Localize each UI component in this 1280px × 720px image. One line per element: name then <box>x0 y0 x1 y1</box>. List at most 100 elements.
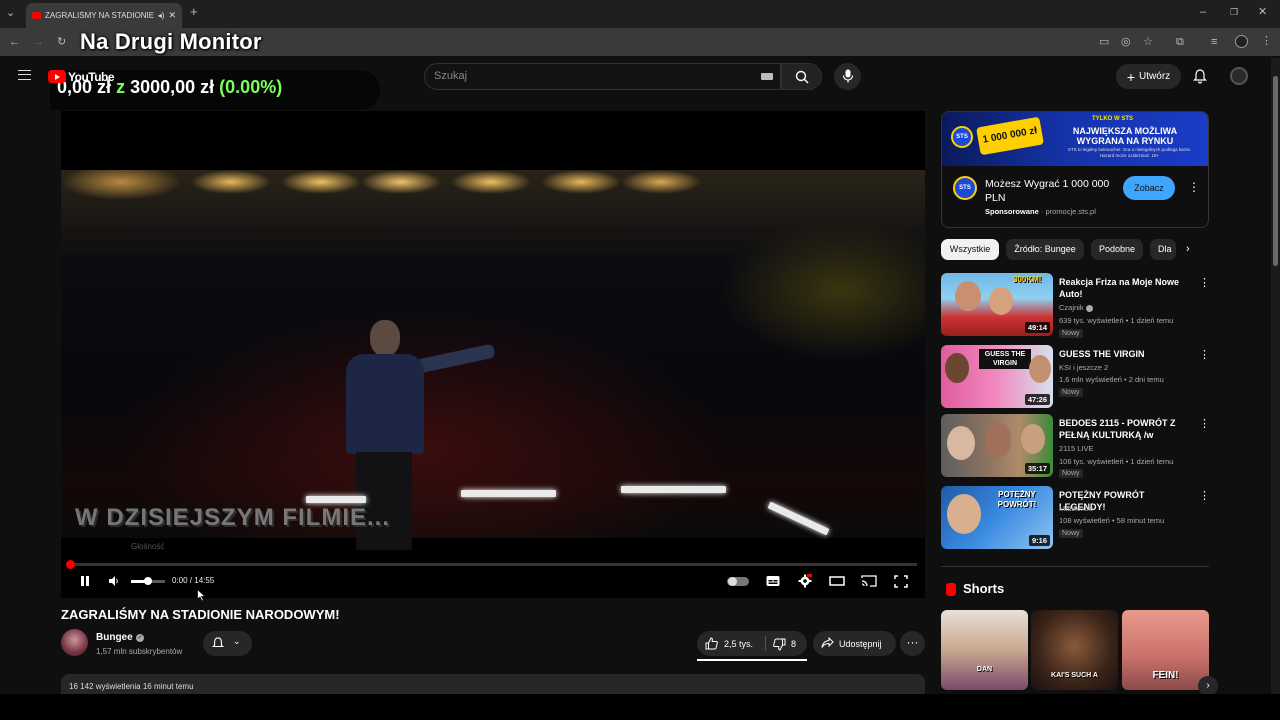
eye-off-icon[interactable]: ◎ <box>1121 36 1131 48</box>
cast-icon[interactable] <box>861 575 877 587</box>
youtube-logo-icon[interactable] <box>48 70 66 83</box>
autoplay-toggle[interactable] <box>727 577 749 586</box>
menu-icon[interactable] <box>18 70 31 80</box>
subscription-notifications-button[interactable]: ⌄ <box>203 631 252 656</box>
recommendation-meta: 108 wyświetleń • 58 minut temu <box>1059 516 1165 525</box>
ad-amount-badge: 1 000 000 zł <box>976 116 1044 156</box>
like-icon[interactable] <box>705 637 718 650</box>
more-actions-button[interactable]: ··· <box>900 631 925 656</box>
item-menu-icon[interactable]: ⋮ <box>1199 348 1210 361</box>
create-button[interactable]: + Utwórz <box>1116 64 1181 89</box>
new-tab-icon[interactable]: + <box>190 5 198 18</box>
chip-all[interactable]: Wszystkie <box>941 239 999 260</box>
recommendation-item[interactable]: GUESS THE VIRGIN 47:26 GUESS THE VIRGIN … <box>941 345 1210 409</box>
recommendation-channel: KSI i jeszcze 2 <box>1059 363 1109 372</box>
chip-related[interactable]: Podobne <box>1091 239 1143 260</box>
recommendation-item[interactable]: 35:17 BEDOES 2115 - POWRÓT Z PEŁNĄ KULTU… <box>941 414 1210 478</box>
account-avatar[interactable] <box>1230 67 1248 85</box>
restore-icon[interactable]: ❐ <box>1230 6 1238 18</box>
browser-tab[interactable]: ZAGRALIŚMY NA STADIONIE ◂) ✕ <box>26 3 182 28</box>
chip-for-you[interactable]: Dla <box>1150 239 1176 260</box>
video-frame <box>61 170 925 550</box>
voice-search-button[interactable] <box>834 63 861 90</box>
recommendation-title[interactable]: Reakcja Friza na Moje Nowe Auto! <box>1059 276 1189 300</box>
stage-light <box>621 486 726 493</box>
recommendation-item[interactable]: 300KM! 49:14 Reakcja Friza na Moje Nowe … <box>941 273 1210 338</box>
short-caption: KAI'S SUCH A <box>1051 672 1098 679</box>
short-item[interactable]: DAN <box>941 610 1028 690</box>
browser-tab-strip: ⌄ ZAGRALIŚMY NA STADIONIE ◂) ✕ + – ❐ ✕ <box>0 0 1280 28</box>
search-input[interactable] <box>434 68 734 84</box>
microphone-icon <box>842 69 854 83</box>
install-app-icon[interactable]: ▭ <box>1099 36 1109 48</box>
like-count[interactable]: 2,5 tys. <box>724 639 753 649</box>
like-ratio-underline <box>697 659 807 661</box>
tab-search-icon[interactable]: ⌄ <box>6 7 15 19</box>
video-thumbnail[interactable]: 35:17 <box>941 414 1053 477</box>
channel-avatar[interactable] <box>61 629 88 656</box>
stage-light <box>461 490 556 497</box>
settings-gear-icon[interactable] <box>798 574 812 588</box>
item-menu-icon[interactable]: ⋮ <box>1199 276 1210 289</box>
progress-bar[interactable] <box>69 563 917 566</box>
sts-logo: STS <box>951 126 973 148</box>
volume-knob[interactable] <box>144 577 152 585</box>
ad-title[interactable]: Możesz Wygrać 1 000 000 PLN <box>985 177 1115 205</box>
progress-scrubber[interactable] <box>66 560 75 569</box>
keyboard-icon[interactable] <box>761 73 773 80</box>
channel-name[interactable]: Bungee <box>96 632 133 643</box>
dislike-icon[interactable] <box>773 638 786 651</box>
bookmark-star-icon[interactable]: ☆ <box>1143 36 1153 48</box>
short-item[interactable]: KAI'S SUCH A <box>1031 610 1118 690</box>
ad-cta-button[interactable]: Zobacz <box>1123 176 1175 200</box>
ad-menu-icon[interactable]: ⋮ <box>1188 180 1200 194</box>
subtitles-icon[interactable] <box>766 575 780 587</box>
mouse-cursor-icon <box>197 589 206 602</box>
ad-domain: promocje.sts.pl <box>1045 207 1096 216</box>
video-duration: 47:26 <box>1024 394 1050 405</box>
subscriber-count: 1,57 mln subskrybentów <box>96 647 183 656</box>
short-item[interactable]: FEIN! <box>1122 610 1209 690</box>
ad-banner-image[interactable]: STS 1 000 000 zł TYLKO W STS NAJWIĘKSZA … <box>942 112 1208 166</box>
donation-separator: z <box>116 77 126 97</box>
extensions-icon[interactable]: ⧉ <box>1176 36 1184 48</box>
recommendation-title[interactable]: BEDOES 2115 - POWRÓT Z PEŁNĄ KULTURKĄ /w… <box>1059 417 1189 441</box>
minimize-icon[interactable]: – <box>1200 6 1206 18</box>
new-badge: Nowy <box>1059 388 1083 397</box>
youtube-favicon-icon <box>32 12 41 19</box>
forward-icon[interactable]: → <box>33 36 44 48</box>
time-display: 0:00 / 14:55 <box>172 576 215 585</box>
chip-from-bungee[interactable]: Źródło: Bungee <box>1006 239 1084 260</box>
search-button[interactable] <box>781 63 822 90</box>
tab-audio-icon[interactable]: ◂) <box>158 11 165 20</box>
video-thumbnail[interactable]: GUESS THE VIRGIN 47:26 <box>941 345 1053 408</box>
sponsored-ad-card[interactable]: STS 1 000 000 zł TYLKO W STS NAJWIĘKSZA … <box>941 111 1209 228</box>
ad-banner-disclaimer: STS to legalny bukmacher. Gra u nielegal… <box>1067 147 1192 158</box>
video-thumbnail[interactable]: 300KM! 49:14 <box>941 273 1053 336</box>
tab-close-icon[interactable]: ✕ <box>168 10 176 21</box>
item-menu-icon[interactable]: ⋮ <box>1199 489 1210 502</box>
item-menu-icon[interactable]: ⋮ <box>1199 417 1210 430</box>
volume-icon[interactable] <box>108 575 120 587</box>
shorts-next-button[interactable]: › <box>1198 676 1218 696</box>
back-icon[interactable]: ← <box>9 36 20 48</box>
shorts-heading: Shorts <box>963 581 1005 596</box>
recommendation-title[interactable]: GUESS THE VIRGIN <box>1059 348 1189 360</box>
fullscreen-icon[interactable] <box>894 575 908 588</box>
pause-icon[interactable] <box>79 575 91 587</box>
youtube-logo-text[interactable]: YouTube <box>68 70 115 84</box>
video-player[interactable]: W DZISIEJSZYM FILMIE... Głośność 0:00 / … <box>61 111 925 598</box>
scrollbar-thumb[interactable] <box>1273 76 1278 266</box>
video-duration: 35:17 <box>1024 463 1050 474</box>
window-close-icon[interactable]: ✕ <box>1258 6 1267 18</box>
recommendation-channel: Czajnik <box>1059 303 1093 312</box>
theater-mode-icon[interactable] <box>829 575 845 587</box>
chevron-right-icon[interactable]: › <box>1186 243 1190 255</box>
notifications-bell-icon[interactable] <box>1193 69 1207 84</box>
video-thumbnail[interactable]: POTĘŻNY POWRÓT! 9:16 <box>941 486 1053 549</box>
profile-avatar-icon[interactable] <box>1235 35 1248 48</box>
reload-icon[interactable]: ↻ <box>57 36 66 48</box>
browser-menu-icon[interactable]: ⋮ <box>1261 35 1272 47</box>
reading-list-icon[interactable]: ≡ <box>1211 36 1217 48</box>
recommendation-item[interactable]: POTĘŻNY POWRÓT! 9:16 POTĘŻNY POWRÓT LEGE… <box>941 486 1210 550</box>
